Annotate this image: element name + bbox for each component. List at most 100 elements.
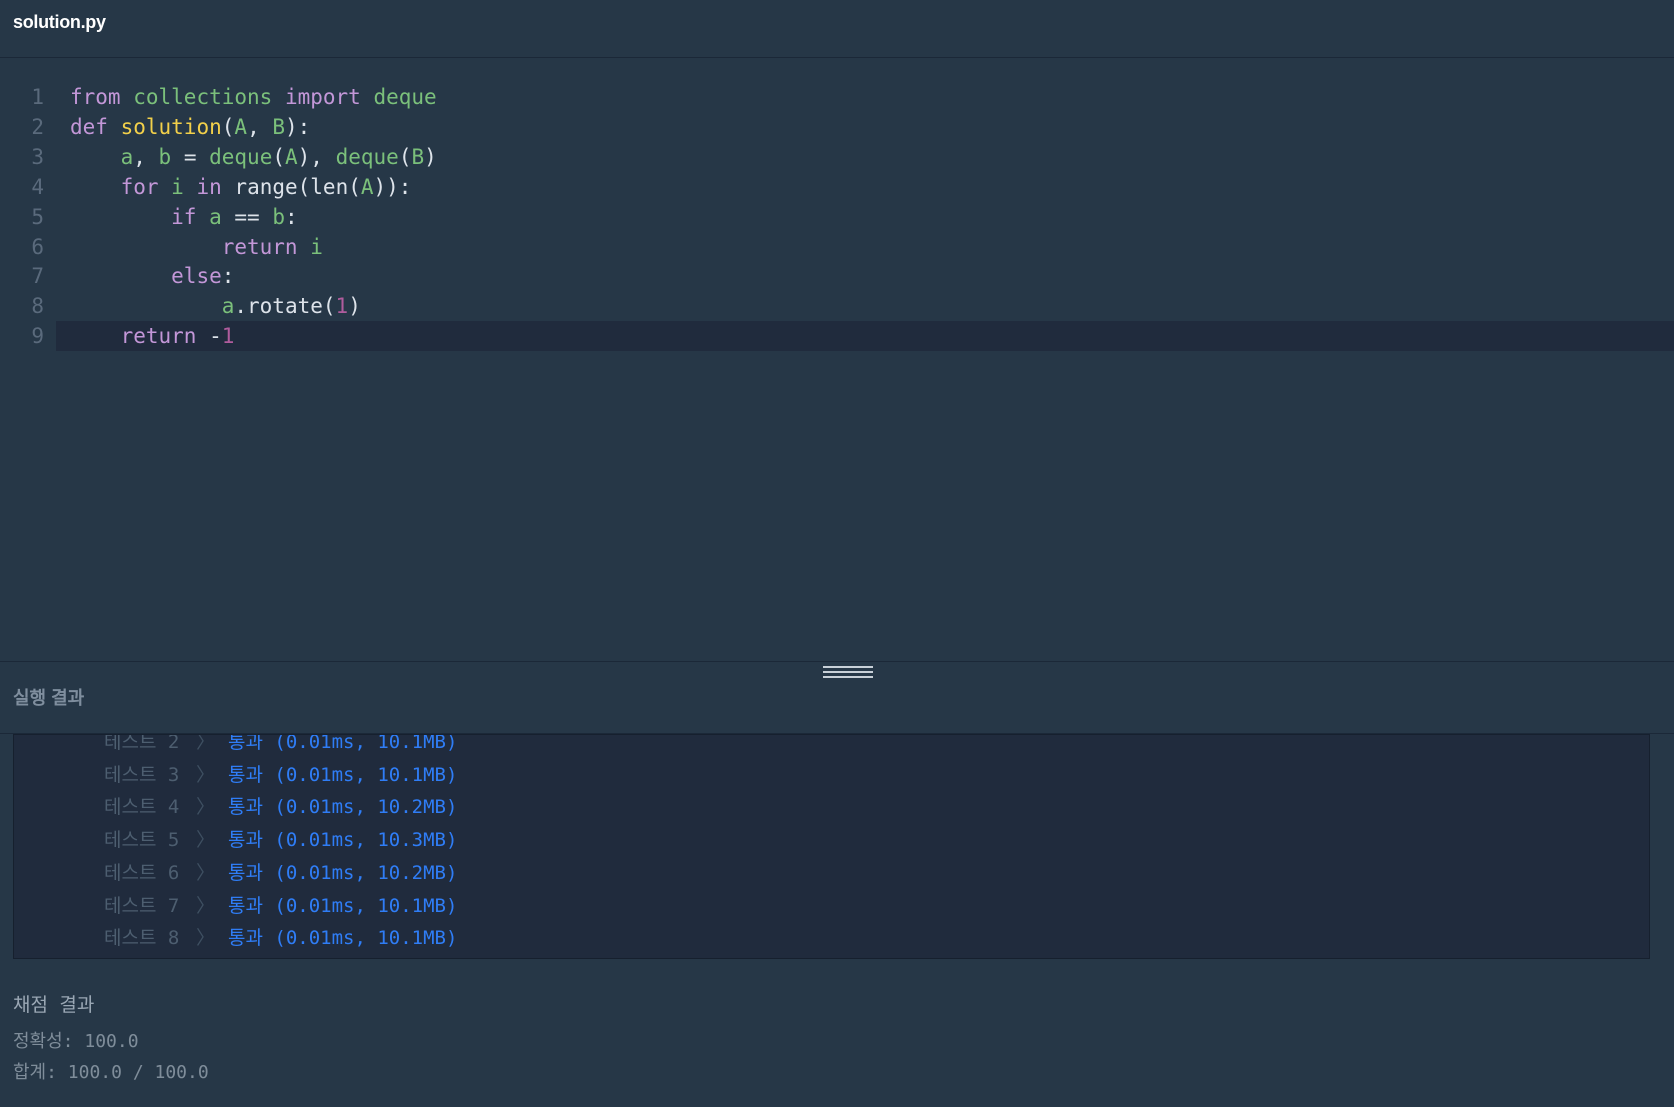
line-number: 1 <box>31 85 44 109</box>
code-token: , <box>133 144 159 169</box>
code-token: , <box>247 114 273 139</box>
code-text: from collections import deque <box>70 82 437 112</box>
test-label: 테스트 8 <box>104 927 180 950</box>
code-token: = <box>171 144 210 169</box>
code-token: : <box>285 204 298 229</box>
code-line[interactable]: 5 if a == b: <box>0 202 1674 232</box>
code-token: a <box>120 144 134 169</box>
grading-total: 합계: 100.0 / 100.0 <box>13 1062 209 1083</box>
active-line-highlight <box>56 321 1674 352</box>
test-label: 테스트 4 <box>104 796 180 819</box>
code-line[interactable]: 6 return i <box>0 232 1674 262</box>
code-token: == <box>221 204 273 229</box>
code-editor[interactable]: 1 from collections import deque 2 def solut… <box>0 58 1674 661</box>
code-token: ) <box>424 144 437 169</box>
line-number: 8 <box>31 294 44 319</box>
code-text: if a == b: <box>70 202 298 232</box>
resize-handle-icon[interactable] <box>823 666 873 680</box>
code-line[interactable]: 9 return -1 <box>0 321 1674 352</box>
code-text: else: <box>70 261 234 291</box>
code-token: a <box>221 294 235 319</box>
code-token: deque <box>209 144 273 169</box>
code-line[interactable]: 7 else: <box>0 261 1674 291</box>
test-status: 통과 (0.01ms, 10.1MB) <box>228 763 458 786</box>
code-token: ( <box>221 114 235 139</box>
chevron-right-icon: 〉 <box>196 927 216 950</box>
code-line[interactable]: 3 a, b = deque(A), deque(B) <box>0 142 1674 172</box>
test-label: 테스트 2 <box>104 734 180 753</box>
code-token: )): <box>373 174 412 199</box>
code-token: B <box>272 114 286 139</box>
line-number: 7 <box>31 264 44 289</box>
test-status: 통과 (0.01ms, 10.1MB) <box>228 734 458 753</box>
line-number: 9 <box>31 324 44 349</box>
editor-header: solution.py <box>0 0 1674 58</box>
test-label: 테스트 7 <box>104 894 180 917</box>
code-token: A <box>360 174 374 199</box>
code-token: i <box>310 234 323 259</box>
run-output-panel[interactable]: 테스트 2 〉 통과 (0.01ms, 10.1MB) 테스트 3 〉 통과 (0.01m… <box>13 734 1650 959</box>
code-text: a, b = deque(A), deque(B) <box>70 142 437 172</box>
chevron-right-icon: 〉 <box>196 763 216 786</box>
code-token: if <box>171 204 197 229</box>
code-token: ): <box>285 114 311 139</box>
code-token: ) <box>348 294 361 319</box>
code-text: return i <box>70 232 323 262</box>
code-line[interactable]: 1 from collections import deque <box>0 82 1674 112</box>
code-token: B <box>411 144 425 169</box>
code-line[interactable]: 2 def solution(A, B): <box>0 112 1674 142</box>
code-text: def solution(A, B): <box>70 112 310 142</box>
chevron-right-icon: 〉 <box>196 829 216 852</box>
code-token: 1 <box>221 324 235 349</box>
code-token: ( <box>398 144 412 169</box>
code-token: a <box>209 204 222 229</box>
code-token: for <box>120 174 159 199</box>
grading-title: 채점 결과 <box>13 994 95 1016</box>
line-number: 5 <box>31 204 44 229</box>
line-number: 6 <box>31 234 44 259</box>
test-label: 테스트 6 <box>104 861 180 884</box>
test-status: 통과 (0.01ms, 10.3MB) <box>228 829 458 852</box>
code-token: deque <box>373 85 437 109</box>
code-token: range(len( <box>221 174 361 199</box>
code-token: solution <box>120 114 222 139</box>
code-token: return <box>120 324 197 349</box>
code-token: - <box>196 324 222 349</box>
code-token: import <box>284 85 361 109</box>
test-status: 통과 (0.01ms, 10.1MB) <box>228 894 458 917</box>
code-token: b <box>272 204 285 229</box>
file-name-tab[interactable]: solution.py <box>13 12 106 33</box>
code-token: def <box>70 114 108 139</box>
chevron-right-icon: 〉 <box>196 861 216 884</box>
code-token: i <box>171 174 184 199</box>
code-token: : <box>221 264 235 289</box>
chevron-right-icon: 〉 <box>196 734 216 753</box>
code-line[interactable]: 4 for i in range(len(A)): <box>0 172 1674 202</box>
test-status: 통과 (0.01ms, 10.2MB) <box>228 861 458 884</box>
code-token: in <box>196 174 222 199</box>
grading-accuracy: 정확성: 100.0 <box>13 1031 139 1052</box>
code-token: ( <box>272 144 285 169</box>
code-line[interactable]: 8 a.rotate(1) <box>0 291 1674 321</box>
run-result-label: 실행 결과 <box>13 688 85 708</box>
line-number: 3 <box>31 144 44 169</box>
panel-splitter[interactable]: 실행 결과 <box>0 661 1674 734</box>
code-token: A <box>234 114 248 139</box>
code-token: .rotate( <box>234 294 336 319</box>
code-token: return <box>221 234 298 259</box>
code-token: ), <box>297 144 336 169</box>
